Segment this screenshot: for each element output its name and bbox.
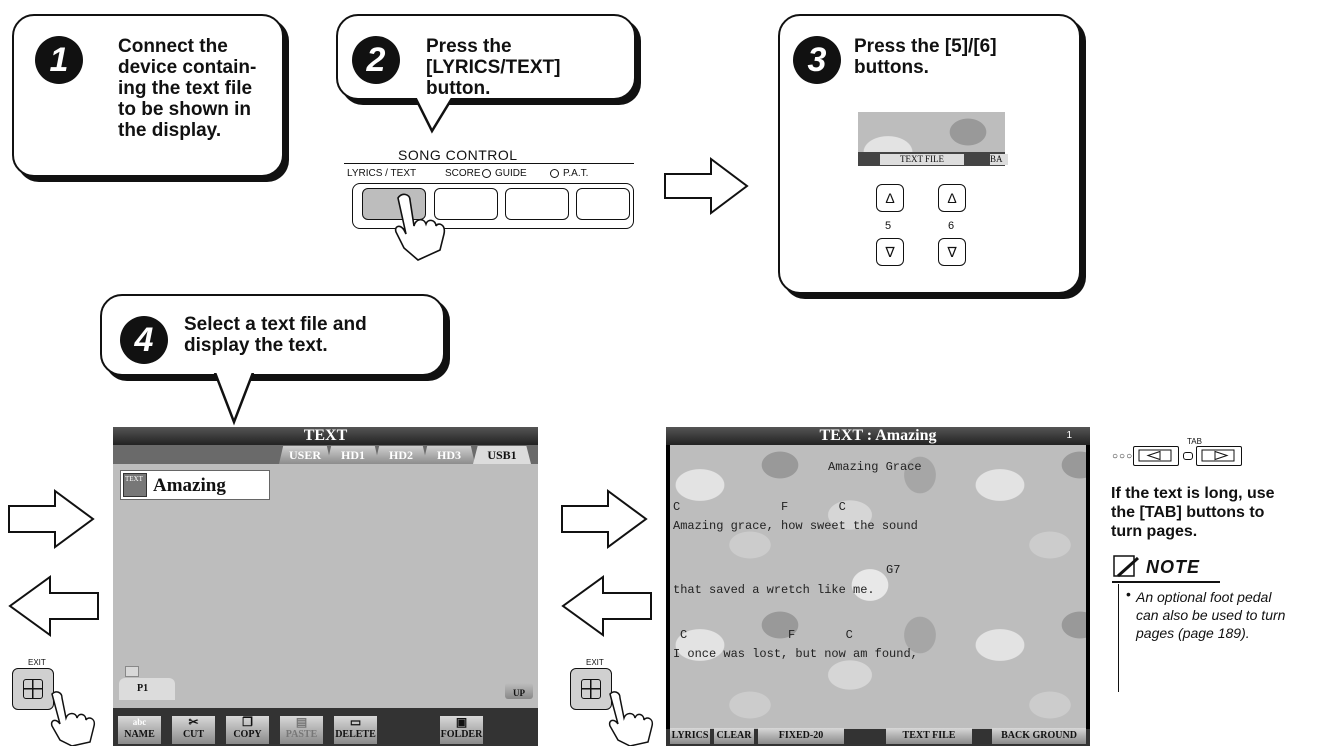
cut-menu-label: BA — [990, 154, 1008, 165]
tab-usb1[interactable]: USB1 — [473, 446, 531, 464]
guide-led-icon — [482, 169, 491, 178]
step-4-number: 4 — [120, 316, 168, 364]
tab-user[interactable]: USER — [279, 446, 331, 464]
right-arrow-icon — [8, 489, 95, 549]
lyric-line-2: that saved a wretch like me. — [673, 583, 875, 597]
scissors-icon: ✂ — [188, 715, 199, 729]
screen-title: TEXT — [113, 427, 538, 445]
pointing-hand-icon — [50, 691, 96, 746]
exit-label: EXIT — [586, 658, 604, 667]
file-item[interactable]: TEXT Amazing — [120, 470, 270, 500]
pat-label: P.A.T. — [563, 168, 589, 179]
button-5-up[interactable]: Δ — [876, 184, 904, 212]
delete-button[interactable]: ▭ DELETE — [334, 716, 377, 744]
grid-icon — [581, 679, 601, 699]
paste-icon: ▤ — [295, 715, 308, 729]
text-file-icon: TEXT — [123, 473, 147, 497]
left-arrow-icon — [561, 575, 652, 637]
lyric-line-1: Amazing grace, how sweet the sound — [673, 519, 918, 533]
folder-button[interactable]: ▣ FOLDER — [440, 716, 483, 744]
step-4-text: Select a text file and display the text. — [184, 314, 367, 356]
button-6-up[interactable]: Δ — [938, 184, 966, 212]
new-folder-icon: ▣ — [455, 715, 468, 729]
fixed-20-button[interactable]: FIXED-20 — [758, 728, 844, 744]
file-name: Amazing — [153, 475, 226, 496]
screen-title: TEXT : Amazing — [666, 427, 1090, 445]
guide-button[interactable] — [505, 188, 569, 220]
paste-button[interactable]: ▤ PASTE — [280, 716, 323, 744]
left-triangle-icon — [1138, 449, 1172, 462]
step-1-number: 1 — [35, 36, 83, 84]
right-triangle-icon — [1201, 449, 1235, 462]
chord-line-2: G7 — [886, 563, 901, 577]
exit-label: EXIT — [28, 658, 46, 667]
tab-hd3[interactable]: HD3 — [423, 446, 475, 464]
page-number: 1 — [1066, 430, 1072, 441]
copy-button[interactable]: ❐ COPY — [226, 716, 269, 744]
tab-dots-icon: ○○○ — [1112, 451, 1134, 462]
step-4-tail — [212, 370, 256, 426]
right-arrow-icon — [561, 489, 648, 549]
tab-help-text: If the text is long, use the [TAB] butto… — [1111, 485, 1275, 540]
cut-button[interactable]: ✂ CUT — [172, 716, 215, 744]
note-bullet: • — [1126, 586, 1131, 602]
name-small-label: abc — [132, 717, 147, 727]
pointing-hand-icon — [608, 691, 654, 746]
button-6-label: 6 — [948, 220, 955, 232]
score-label: SCORE — [445, 168, 481, 179]
guide-label: GUIDE — [495, 168, 527, 179]
step-1-text: Connect the device contain- ing the text… — [118, 36, 257, 141]
song-title-line: Amazing Grace — [828, 460, 922, 474]
background-button[interactable]: BACK GROUND — [992, 728, 1086, 744]
text-file-button[interactable]: TEXT FILE — [886, 728, 972, 744]
up-label: UP — [513, 688, 525, 698]
chord-line-1: C F C — [673, 500, 846, 514]
pencil-icon — [1113, 555, 1140, 578]
tab-label: TAB — [1187, 437, 1202, 446]
lyrics-button[interactable]: LYRICS — [670, 728, 710, 744]
pat-button[interactable] — [576, 188, 630, 220]
pointing-hand-icon — [394, 193, 446, 261]
text-file-menu-label: TEXT FILE — [880, 154, 964, 165]
folder-label: P1 — [137, 683, 149, 694]
tab-hd2[interactable]: HD2 — [375, 446, 427, 464]
text-display-screen: TEXT : Amazing 1 Amazing Grace C F C Ama… — [666, 427, 1090, 746]
copy-icon: ❐ — [242, 715, 253, 729]
note-underline — [1112, 581, 1220, 583]
pat-led-icon — [550, 169, 559, 178]
lyric-line-3: I once was lost, but now am found, — [673, 647, 918, 661]
button-6-down[interactable]: ∇ — [938, 238, 966, 266]
up-button[interactable]: UP — [505, 683, 533, 699]
mini-display: TEXT FILE BA — [858, 112, 1008, 166]
song-control-divider — [344, 163, 634, 164]
lyrics-text-label: LYRICS / TEXT — [347, 168, 417, 179]
clear-button[interactable]: CLEAR — [714, 728, 754, 744]
note-side-rule — [1118, 584, 1119, 692]
tab-right-button[interactable] — [1196, 446, 1242, 466]
step-2-text: Press the [LYRICS/TEXT] button. — [426, 36, 561, 99]
name-button[interactable]: abc NAME — [118, 716, 161, 744]
step-2-tail — [412, 95, 456, 134]
file-area — [113, 464, 538, 708]
trash-icon: ▭ — [349, 715, 362, 729]
song-control-title: SONG CONTROL — [398, 147, 518, 163]
tab-left-button[interactable] — [1133, 446, 1179, 466]
step-3-number: 3 — [793, 36, 841, 84]
note-title: NOTE — [1146, 557, 1201, 577]
chord-line-3: C F C — [680, 628, 853, 642]
button-5-label: 5 — [885, 220, 892, 232]
grid-icon — [23, 679, 43, 699]
folder-icon — [125, 666, 139, 677]
file-selection-screen: TEXT USER HD1 HD2 HD3 USB1 TEXT Amazing … — [113, 427, 538, 746]
step-2-number: 2 — [352, 36, 400, 84]
tab-hd1[interactable]: HD1 — [327, 446, 379, 464]
note-text: An optional foot pedal can also be used … — [1136, 589, 1286, 641]
left-arrow-icon — [8, 575, 99, 637]
step-3-text: Press the [5]/[6] buttons. — [854, 36, 997, 78]
right-arrow-icon — [664, 157, 749, 215]
button-5-down[interactable]: ∇ — [876, 238, 904, 266]
tab-led-icon — [1183, 452, 1193, 460]
folder-tab: P1 — [119, 666, 175, 700]
